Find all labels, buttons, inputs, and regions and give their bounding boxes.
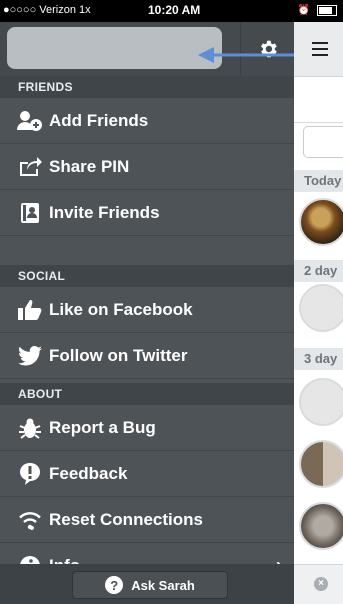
alarm-icon: ⏰ — [297, 5, 310, 16]
menu-item-add-friends[interactable]: Add Friends — [0, 98, 294, 144]
address-book-icon — [15, 201, 45, 225]
sidebar-footer: ? Ask Sarah — [0, 564, 294, 604]
menu-item-share-pin[interactable]: Share PIN — [0, 144, 294, 190]
section-header-friends: FRIENDS — [0, 76, 294, 98]
content-toolbar — [294, 77, 343, 123]
wifi-icon — [15, 508, 45, 532]
menu-item-report-bug[interactable]: Report a Bug — [0, 405, 294, 451]
battery-icon — [317, 4, 337, 16]
avatar-placeholder[interactable] — [299, 378, 343, 426]
section-header-about: ABOUT — [0, 383, 294, 405]
menu-label: Reset Connections — [49, 509, 203, 529]
menu-label: Report a Bug — [49, 417, 156, 437]
content-footer: × — [294, 564, 343, 604]
status-right: ⏰ — [297, 4, 337, 16]
help-icon: ? — [105, 576, 124, 594]
twitter-bird-icon — [15, 344, 45, 368]
share-icon — [15, 155, 45, 179]
menu-item-invite-friends[interactable]: Invite Friends — [0, 190, 294, 236]
carrier-signal: ●○○○○ Verizon 1x — [3, 4, 91, 16]
day-header-3-days: 3 day — [294, 348, 343, 370]
thumbs-up-icon — [15, 298, 45, 322]
close-icon[interactable]: × — [314, 577, 328, 591]
ask-sarah-button[interactable]: ? Ask Sarah — [72, 571, 228, 599]
day-header-today: Today — [294, 170, 343, 192]
add-friends-icon — [15, 109, 45, 133]
menu-item-reset-connections[interactable]: Reset Connections — [0, 497, 294, 543]
menu-label: Follow on Twitter — [49, 345, 188, 365]
menu-item-feedback[interactable]: Feedback — [0, 451, 294, 497]
menu-label: Add Friends — [49, 110, 149, 130]
menu-label: Feedback — [49, 463, 128, 483]
section-header-social: SOCIAL — [0, 265, 294, 287]
feedback-icon — [15, 462, 45, 486]
menu-label: Invite Friends — [49, 202, 160, 222]
content-header — [294, 22, 343, 77]
content-search-input[interactable] — [303, 126, 343, 158]
avatar-placeholder[interactable] — [299, 284, 343, 332]
main-content: Today 2 day 3 day × — [294, 22, 343, 604]
profile-search-field[interactable] — [7, 27, 222, 69]
ask-sarah-label: Ask Sarah — [131, 577, 195, 593]
day-header-2-days: 2 day — [294, 260, 343, 282]
side-menu: FRIENDS Add Friends Share PIN Invite Fri… — [0, 22, 338, 604]
avatar[interactable] — [299, 440, 343, 488]
menu-label: Like on Facebook — [49, 299, 193, 319]
avatar[interactable] — [299, 198, 343, 246]
menu-item-follow-twitter[interactable]: Follow on Twitter — [0, 333, 294, 379]
avatar[interactable] — [299, 502, 343, 550]
status-bar: ●○○○○ Verizon 1x 10:20 AM ⏰ — [0, 0, 343, 22]
menu-label: Share PIN — [49, 156, 130, 176]
status-time: 10:20 AM — [148, 3, 201, 17]
bug-icon — [15, 416, 45, 440]
hamburger-menu-icon[interactable] — [312, 42, 328, 60]
menu-item-like-facebook[interactable]: Like on Facebook — [0, 287, 294, 333]
